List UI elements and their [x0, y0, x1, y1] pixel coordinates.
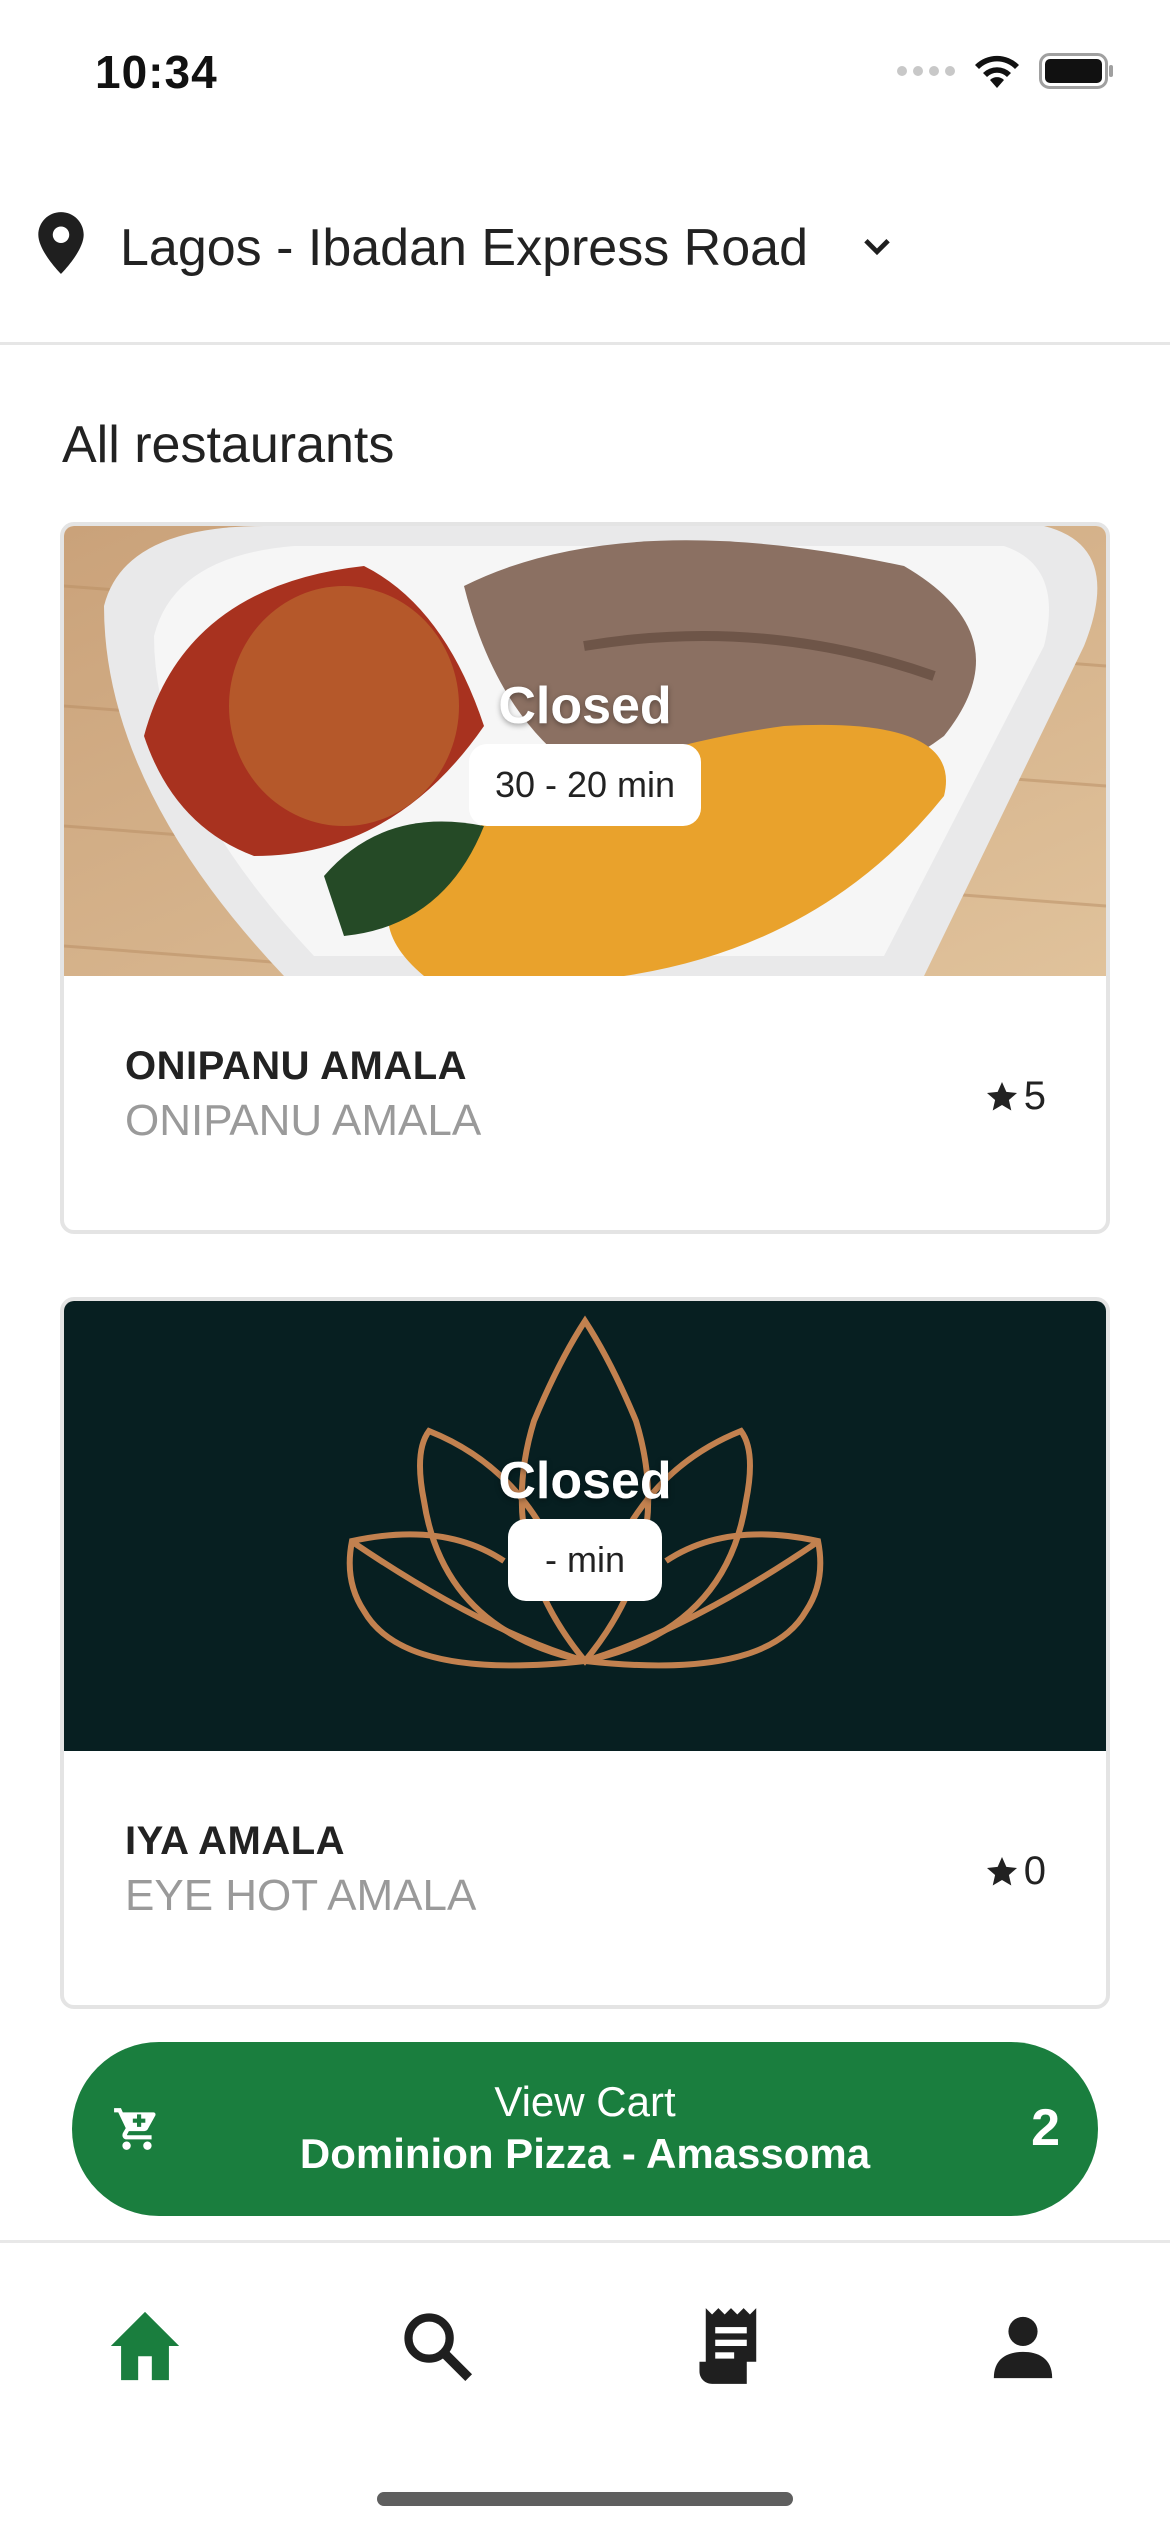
delivery-time-badge: 30 - 20 min: [468, 744, 702, 826]
status-overlay: Closed 30 - 20 min: [64, 526, 1106, 976]
delivery-time-badge: - min: [508, 1519, 662, 1601]
restaurant-image: Closed - min: [64, 1301, 1106, 1751]
search-icon: [404, 2313, 473, 2382]
status-overlay: Closed - min: [64, 1301, 1106, 1751]
restaurant-rating: 0: [984, 1849, 1046, 1894]
status-time: 10:34: [95, 46, 218, 98]
restaurant-image: Closed 30 - 20 min: [64, 526, 1106, 976]
cellular-signal-icon: [897, 66, 955, 76]
restaurant-info: IYA AMALA EYE HOT AMALA 0: [64, 1751, 1106, 2005]
restaurant-name: ONIPANU AMALA: [125, 1044, 468, 1088]
restaurant-info: ONIPANU AMALA ONIPANU AMALA 5: [64, 976, 1106, 1230]
battery-icon: [1039, 53, 1113, 89]
status-icons: [897, 52, 1115, 90]
map-pin-icon: [38, 212, 84, 274]
rating-value: 5: [1023, 1074, 1046, 1118]
restaurant-subtitle: EYE HOT AMALA: [125, 1871, 477, 1920]
tab-profile[interactable]: [978, 2301, 1068, 2391]
cart-title: View Cart: [494, 2078, 676, 2125]
restaurant-card[interactable]: Closed - min IYA AMALA EYE HOT AMALA 0: [60, 1297, 1110, 2009]
restaurant-rating: 5: [984, 1074, 1046, 1119]
restaurant-subtitle: ONIPANU AMALA: [125, 1096, 482, 1145]
location-selector[interactable]: Lagos - Ibadan Express Road: [0, 180, 1170, 345]
receipt-icon: [699, 2308, 757, 2384]
section-title: All restaurants: [62, 416, 395, 474]
person-icon: [993, 2316, 1053, 2379]
cart-store-name: Dominion Pizza - Amassoma: [299, 2130, 871, 2177]
view-cart-button[interactable]: View Cart Dominion Pizza - Amassoma 2: [72, 2042, 1098, 2216]
tab-search[interactable]: [392, 2301, 482, 2391]
star-icon: [986, 1856, 1017, 1885]
restaurant-card[interactable]: Closed 30 - 20 min ONIPANU AMALA ONIPANU…: [60, 522, 1110, 1234]
tab-home[interactable]: [100, 2301, 190, 2391]
location-name: Lagos - Ibadan Express Road: [120, 219, 808, 277]
rating-value: 0: [1023, 1849, 1046, 1893]
chevron-down-icon[interactable]: [858, 228, 896, 266]
wifi-icon: [975, 55, 1019, 88]
status-bar: 10:34: [0, 0, 1170, 150]
home-indicator: [377, 2492, 793, 2506]
tab-bar: [0, 2240, 1170, 2532]
closed-label: Closed: [498, 677, 672, 735]
closed-label: Closed: [498, 1452, 672, 1510]
tab-orders[interactable]: [686, 2301, 776, 2391]
restaurant-name: IYA AMALA: [125, 1819, 346, 1863]
home-icon: [110, 2311, 180, 2381]
star-icon: [986, 1081, 1017, 1110]
cart-item-count: 2: [1031, 2099, 1060, 2157]
